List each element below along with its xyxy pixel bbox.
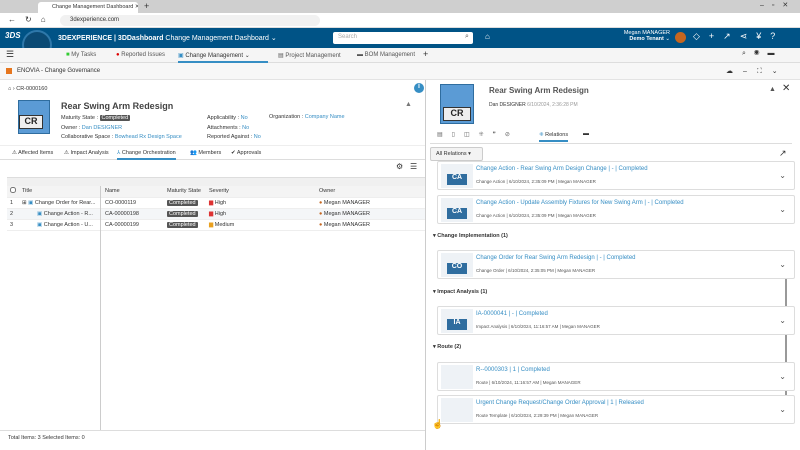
menu-icon[interactable]: ☰ [6, 49, 14, 60]
change-action-icon: CA [441, 198, 473, 222]
column-divider[interactable] [100, 186, 101, 431]
icon-label: CA [447, 208, 467, 219]
comments-icon[interactable]: ▬ [583, 131, 589, 137]
expand-icon: ⌄ [779, 260, 786, 269]
view-menu-icon[interactable]: ☰ [410, 162, 417, 171]
tab-change-orchestration[interactable]: ⅄ Change Orchestration [117, 147, 176, 160]
page-title: Rear Swing Arm Redesign [61, 101, 174, 111]
cr-icon: CR [18, 100, 50, 134]
tenant: Demo Tenant [629, 36, 664, 42]
new-tab-icon[interactable]: + [144, 1, 149, 11]
panel-title: Rear Swing Arm Redesign [489, 86, 589, 95]
panel-tab-icons[interactable]: ▤▯◫⁜❞⊘ [437, 131, 519, 138]
space-link[interactable]: Bowhead Rx Design Space [115, 134, 182, 140]
tag-icon[interactable]: ⌂ [485, 32, 490, 41]
relation-card[interactable]: Urgent Change Request/Change Order Appro… [437, 395, 795, 424]
enovia-icon [6, 68, 12, 74]
table-row[interactable]: 2 ▣ Change Action - R... CA-00000198 Comple… [7, 208, 425, 220]
header-action-icons[interactable]: ◇+↗⋖¥? [693, 31, 784, 42]
relations-filter[interactable]: All Relations ▾ [430, 147, 483, 161]
col-title[interactable]: Title [19, 186, 102, 198]
section-change-implementation[interactable]: ▾ Change Implementation (1) [433, 233, 508, 239]
table-row[interactable]: 3 ▣ Change Action - U... CA-00000199 Comple… [7, 219, 425, 231]
date: 6/10/2024, 2:36:28 PM [527, 102, 578, 108]
nav-buttons[interactable]: ←↻⌂ [8, 15, 55, 24]
open-external-icon[interactable]: ↗ [779, 148, 787, 159]
collapse-icon-right[interactable]: ▲ [769, 86, 776, 93]
panel-divider[interactable] [425, 80, 426, 450]
icon-label: CO [447, 263, 467, 274]
table-row[interactable]: 1 ⊞ ▣ Change Order for Rear... CO-0000119 C… [7, 197, 425, 209]
url-field[interactable]: 3dexperience.com [60, 15, 320, 26]
properties: Maturity State : Completed Owner : Dan D… [61, 115, 182, 140]
avatar[interactable] [675, 32, 686, 43]
icon-label: IA [447, 319, 467, 330]
nav-right-icons[interactable]: ⌕◉▬ [742, 50, 782, 58]
tab-members[interactable]: 👥 Members [190, 150, 221, 156]
tab-affected-items[interactable]: ⚠ Affected Items [12, 150, 53, 156]
breadcrumb[interactable]: ⌂ › CR-0000160 [8, 86, 47, 92]
divider [430, 143, 792, 144]
tab-reported-issues[interactable]: ● Reported Issues [116, 48, 165, 63]
section-impact-analysis[interactable]: ▾ Impact Analysis (1) [433, 289, 487, 295]
search-icon[interactable]: ⌕ [465, 33, 469, 41]
organization: Organization : Company Name [269, 114, 345, 120]
close-icon[interactable]: ✕ [782, 83, 790, 94]
relation-card[interactable]: CO Change Order for Rear Swing Arm Redesi… [437, 250, 795, 279]
expand-icon: ⌄ [779, 372, 786, 381]
route-icon [441, 365, 473, 389]
tab-change-management[interactable]: ▣ Change Management ⌄ [178, 48, 268, 63]
grid-header-band [7, 177, 425, 186]
window-controls[interactable]: –▫✕ [760, 1, 796, 9]
relation-card[interactable]: R--0000303 | 1 | Completed Route | 6/10/2… [437, 362, 795, 391]
tab-title: Change Management Dashboard [52, 4, 134, 10]
relation-card[interactable]: CA Change Action - Rear Swing Arm Design … [437, 161, 795, 190]
route-template-icon [441, 398, 473, 422]
change-order-icon: CO [441, 253, 473, 277]
author: Dan DESIGNER [489, 102, 526, 108]
browser-tab[interactable]: Change Management Dashboard ✕ [38, 2, 138, 13]
tab-approvals[interactable]: ✔ Approvals [231, 150, 261, 156]
tab-relations[interactable]: ⁜ Relations [539, 129, 569, 142]
expand-icon: ⌄ [779, 171, 786, 180]
section-route[interactable]: ▾ Route (2) [433, 344, 461, 350]
col-owner[interactable]: Owner [316, 186, 425, 198]
expand-icon: ⌄ [779, 316, 786, 325]
tab-my-tasks[interactable]: ■ My Tasks [66, 48, 96, 63]
tab-bom-management[interactable]: ▬ BOM Management [357, 48, 415, 63]
relation-card[interactable]: IA IA-0000041 | - | Completed Impact Analy… [437, 306, 795, 335]
dashboard-title[interactable]: Change Management Dashboard [165, 35, 269, 42]
relation-card[interactable]: CA Change Action - Update Assembly Fixtur… [437, 195, 795, 224]
widget-title: ENOVIA - Change Governance [17, 68, 101, 74]
search-input[interactable]: Search [333, 32, 473, 44]
expand-icon: ⌄ [779, 205, 786, 214]
owner-link[interactable]: Dan DESIGNER [82, 125, 122, 131]
widget-titlebar [0, 63, 800, 80]
tab-impact-analysis[interactable]: ⚠ Impact Analysis [64, 150, 109, 156]
expand-icon: ⌄ [779, 405, 786, 414]
col-severity[interactable]: Severity [206, 186, 316, 198]
status-badge: Completed [99, 115, 131, 121]
cr-icon-right: CR [440, 84, 474, 124]
properties-2: Applicability : No Attachments : No Repo… [207, 115, 261, 140]
brand: 3DEXPERIENCE | 3DDashboard [58, 35, 164, 42]
col-name[interactable]: Name [102, 186, 164, 198]
collapse-icon[interactable]: ▲ [405, 101, 412, 108]
col-state[interactable]: Maturity State [164, 186, 206, 198]
settings-icon[interactable]: ⚙ [396, 162, 403, 171]
data-grid: Title Name Maturity State Severity Owner 1 ⊞ … [7, 186, 425, 231]
widget-controls[interactable]: ☁–⛶⌄ [726, 67, 788, 76]
change-action-icon: CA [441, 164, 473, 188]
info-icon[interactable]: i [414, 83, 424, 93]
ds-logo: 3DS [5, 31, 21, 40]
cursor-hand-icon: ☝ [432, 419, 444, 429]
grid-footer: Total Items: 3 Selected Items: 0 [0, 430, 425, 445]
select-all-checkbox[interactable] [10, 187, 16, 194]
icon-label: CA [447, 174, 467, 185]
tab-project-management[interactable]: ▤ Project Management [278, 48, 341, 63]
impact-analysis-icon: IA [441, 309, 473, 333]
add-tab-icon[interactable]: + [423, 49, 428, 59]
user-menu[interactable]: Megan MANAGER Demo Tenant ⌄ [610, 30, 670, 42]
